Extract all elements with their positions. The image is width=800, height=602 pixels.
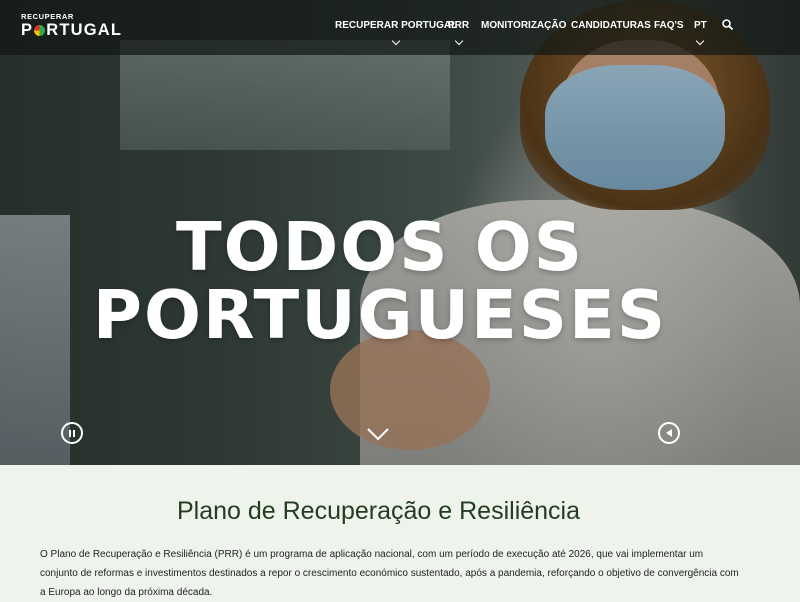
- nav-item-faqs[interactable]: FAQ'S: [654, 20, 684, 31]
- section-title: Plano de Recuperação e Resiliência: [176, 497, 581, 525]
- logo-main-text: P RTUGAL: [21, 21, 123, 39]
- hero-banner: TODOS OS PORTUGUESES: [0, 0, 800, 465]
- nav-item-language[interactable]: PT: [694, 20, 707, 46]
- mute-video-button[interactable]: [658, 422, 680, 444]
- logo-top-text: RECUPERAR: [21, 12, 74, 21]
- chevron-down-icon[interactable]: [366, 427, 390, 441]
- nav-item-prr[interactable]: PRR: [448, 20, 469, 46]
- chevron-down-icon: [696, 36, 705, 46]
- nav-item-recuperar-portugal[interactable]: RECUPERAR PORTUGAL: [335, 20, 457, 46]
- pause-icon: [68, 429, 76, 437]
- chevron-down-icon: [391, 36, 401, 46]
- hero-title: TODOS OS PORTUGUESES: [0, 213, 760, 349]
- site-logo[interactable]: RECUPERAR P RTUGAL: [21, 12, 123, 40]
- site-header: RECUPERAR P RTUGAL RECUPERAR PORTUGAL PRR…: [0, 0, 800, 55]
- hero-title-line-2: PORTUGUESES: [92, 275, 668, 354]
- chevron-down-icon: [454, 36, 463, 46]
- hero-title-line-1: TODOS OS: [175, 207, 585, 286]
- main-content: Plano de Recuperação e Resiliência O Pla…: [0, 465, 800, 600]
- search-icon[interactable]: [722, 19, 733, 30]
- speaker-icon: [665, 429, 672, 437]
- pause-video-button[interactable]: [61, 422, 83, 444]
- section-intro-text: O Plano de Recuperação e Resiliência (PR…: [40, 549, 739, 598]
- logo-o-icon: [34, 24, 46, 36]
- nav-item-monitorizacao[interactable]: MONITORIZAÇÃO: [481, 20, 566, 31]
- nav-item-candidaturas[interactable]: CANDIDATURAS: [571, 20, 651, 31]
